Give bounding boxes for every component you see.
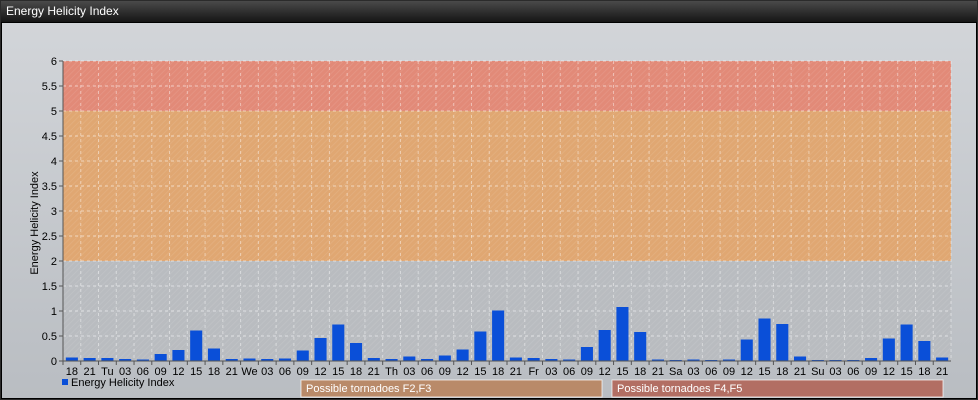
x-tick-label-18: Th [385, 366, 398, 378]
x-tick-label-25: 21 [510, 366, 522, 378]
bar-32 [634, 332, 647, 361]
x-tick-label-40: 18 [776, 366, 788, 378]
y-tick-label-6: 3 [51, 206, 57, 218]
x-tick-label-28: 06 [563, 366, 575, 378]
x-tick-label-12: 06 [279, 366, 291, 378]
legend-label: Energy Helicity Index [71, 377, 175, 389]
band-legend-f4f5-label: Possible tornadoes F4,F5 [617, 383, 742, 395]
x-tick-label-16: 18 [350, 366, 362, 378]
bar-22 [456, 349, 469, 361]
x-tick-label-21: 09 [439, 366, 451, 378]
x-tick-label-39: 15 [758, 366, 770, 378]
x-tick-label-17: 21 [368, 366, 380, 378]
category-legend-f2f3: Possible tornadoes F2,F3 [300, 379, 603, 398]
bar-6 [172, 350, 185, 361]
x-tick-label-37: 09 [723, 366, 735, 378]
bar-23 [474, 331, 487, 361]
x-tick-label-27: 03 [545, 366, 557, 378]
x-tick-label-7: 15 [190, 366, 202, 378]
y-tick-label-7: 3.5 [42, 181, 57, 193]
band-legend-f2f3-label: Possible tornadoes F2,F3 [306, 383, 431, 395]
bar-15 [332, 324, 345, 361]
window-title: Energy Helicity Index [1, 1, 977, 22]
x-tick-label-41: 21 [794, 366, 806, 378]
bar-49 [936, 357, 949, 361]
bar-16 [350, 343, 363, 361]
x-tick-label-32: 18 [634, 366, 646, 378]
x-tick-label-33: 21 [652, 366, 664, 378]
y-tick-label-9: 4.5 [42, 131, 57, 143]
x-tick-label-42: Su [811, 366, 824, 378]
x-tick-label-43: 03 [829, 366, 841, 378]
x-tick-label-49: 21 [936, 366, 948, 378]
bar-40 [776, 324, 789, 361]
x-tick-label-48: 18 [918, 366, 930, 378]
x-tick-label-46: 12 [883, 366, 895, 378]
y-tick-label-5: 2.5 [42, 231, 57, 243]
y-tick-label-0: 0 [51, 356, 57, 368]
y-tick-label-2: 1 [51, 306, 57, 318]
bar-13 [296, 350, 309, 361]
x-tick-label-34: Sa [669, 366, 683, 378]
x-tick-label-22: 12 [456, 366, 468, 378]
x-tick-label-30: 12 [599, 366, 611, 378]
bar-25 [509, 357, 522, 361]
y-tick-label-11: 5.5 [42, 81, 57, 93]
bar-38 [740, 339, 753, 361]
x-tick-label-14: 12 [314, 366, 326, 378]
bar-0 [65, 357, 78, 361]
bar-46 [882, 338, 895, 361]
y-tick-label-8: 4 [51, 156, 57, 168]
x-tick-label-24: 18 [492, 366, 504, 378]
bar-24 [492, 310, 505, 361]
y-tick-label-10: 5 [51, 106, 57, 118]
x-tick-label-11: 03 [261, 366, 273, 378]
bar-48 [918, 341, 931, 361]
bar-41 [794, 356, 807, 361]
y-axis-label: Energy Helicity Index [29, 171, 41, 275]
legend-swatch [62, 379, 68, 385]
x-tick-label-9: 21 [226, 366, 238, 378]
x-tick-label-47: 15 [900, 366, 912, 378]
bar-21 [438, 355, 451, 361]
x-tick-label-10: We [241, 366, 257, 378]
x-tick-label-8: 18 [208, 366, 220, 378]
legend: Energy Helicity Index [62, 377, 175, 389]
y-tick-label-1: 0.5 [42, 331, 57, 343]
x-tick-label-45: 09 [865, 366, 877, 378]
chart-window: Energy Helicity Index 0 0.5 1 1.5 2 2.5 3 3.5 4 4… [0, 0, 978, 400]
bar-14 [314, 338, 327, 361]
x-tick-label-44: 06 [847, 366, 859, 378]
y-tick-label-12: 6 [51, 56, 57, 68]
bar-8 [207, 348, 220, 361]
y-tick-label-3: 1.5 [42, 281, 57, 293]
y-tick-label-4: 2 [51, 256, 57, 268]
x-tick-label-13: 09 [297, 366, 309, 378]
bar-47 [900, 324, 913, 361]
bar-31 [616, 307, 629, 361]
x-tick-label-20: 06 [421, 366, 433, 378]
x-tick-label-35: 03 [687, 366, 699, 378]
ehi-chart: 00.511.522.533.544.555.5618 21 Tu 03 06 09 12 1… [29, 56, 952, 398]
x-tick-label-26: Fr [528, 366, 539, 378]
bar-7 [190, 330, 203, 361]
x-tick-label-38: 12 [741, 366, 753, 378]
bar-19 [403, 356, 416, 361]
bar-39 [758, 318, 771, 361]
x-tick-label-29: 09 [581, 366, 593, 378]
bar-29 [580, 347, 593, 361]
bar-5 [154, 354, 167, 361]
x-tick-label-19: 03 [403, 366, 415, 378]
category-legend-f4f5: Possible tornadoes F4,F5 [611, 379, 944, 398]
x-tick-label-23: 15 [474, 366, 486, 378]
x-tick-label-31: 15 [616, 366, 628, 378]
x-tick-label-15: 15 [332, 366, 344, 378]
chart-area: 0 0.5 1 1.5 2 2.5 3 3.5 4 4.5 5 5.5 6 18 21 Tu 03 06 09 12 1… [2, 23, 976, 398]
x-tick-label-36: 06 [705, 366, 717, 378]
bar-30 [598, 330, 611, 361]
